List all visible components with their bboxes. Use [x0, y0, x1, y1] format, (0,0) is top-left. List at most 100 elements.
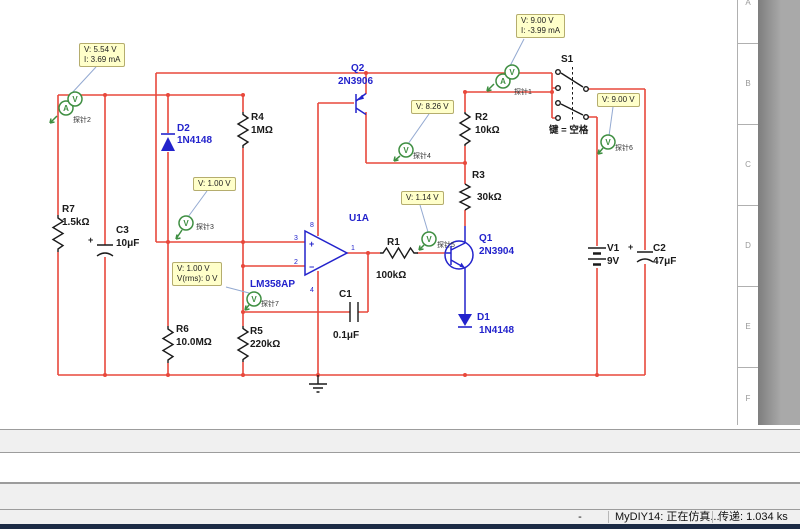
probe-name-labels: 探针2 探针1 探针3 探针4 探针5 探针6 探针7	[73, 87, 633, 308]
resistor-r1[interactable]	[380, 248, 418, 258]
label-q1-val: 2N3904	[479, 246, 514, 257]
label-r4-val: 1MΩ	[251, 125, 273, 136]
label-v1-ref: V1	[607, 243, 620, 254]
status-elapsed: 传递: 1.034 ks	[718, 510, 788, 524]
probe-label-3: 探针3	[196, 222, 214, 231]
resistor-r2[interactable]	[460, 112, 470, 146]
label-r4-ref: R4	[251, 112, 264, 123]
probe-readout-1-line1: V: 9.00 V	[521, 16, 560, 26]
sheet-border-ruler: A B C D E F	[737, 0, 759, 425]
switch-s1[interactable]	[556, 67, 589, 120]
spreadsheet-view-pane	[0, 453, 800, 484]
label-r2-val: 10kΩ	[475, 125, 500, 136]
label-r6-val: 10.0MΩ	[176, 337, 212, 348]
probe-readout-3[interactable]: V: 1.00 V	[193, 177, 236, 191]
probe-label-6: 探针6	[615, 143, 633, 152]
schematic-canvas[interactable]: + − 3 2 1 8 4	[0, 0, 737, 429]
ruler-cell: D	[738, 206, 758, 287]
probe-icons[interactable]	[50, 65, 615, 310]
capacitor-c2[interactable]	[637, 252, 653, 262]
label-d1-ref: D1	[477, 312, 490, 323]
svg-text:V: V	[251, 295, 257, 304]
label-r1-val: 100kΩ	[376, 270, 406, 281]
ruler-cell: A	[738, 0, 758, 44]
transistor-q2[interactable]	[356, 94, 366, 115]
label-d2-val: 1N4148	[177, 135, 212, 146]
opamp-u1a[interactable]: + − 3 2 1 8 4	[294, 222, 355, 294]
svg-text:A: A	[63, 104, 69, 113]
label-c2-val: 47μF	[653, 256, 676, 267]
probe-readout-7[interactable]: V: 1.00 V V(rms): 0 V	[172, 262, 222, 286]
diode-d1[interactable]	[458, 314, 472, 327]
ruler-cell: B	[738, 44, 758, 125]
probe-readout-1[interactable]: V: 9.00 V I: -3.99 mA	[516, 14, 565, 38]
label-r7-ref: R7	[62, 204, 75, 215]
label-u1-val: LM358AP	[250, 279, 295, 290]
transistor-q1[interactable]	[445, 226, 473, 315]
probe-readout-7-line1: V: 1.00 V	[177, 264, 217, 274]
label-c1-ref: C1	[339, 289, 352, 300]
label-q1-ref: Q1	[479, 233, 493, 244]
probe-readout-5[interactable]: V: 1.14 V	[401, 191, 444, 205]
resistor-r5[interactable]	[238, 326, 248, 362]
status-bar: - MyDIY14: 正在仿真... 传递: 1.034 ks	[0, 510, 800, 524]
status-field: -	[570, 510, 590, 524]
probe-readout-2-line1: V: 5.54 V	[84, 45, 120, 55]
ground-symbol[interactable]	[309, 375, 327, 392]
probe-readout-2-line2: I: 3.69 mA	[84, 55, 120, 65]
label-r3-ref: R3	[472, 170, 485, 181]
label-c3-plus: +	[88, 235, 93, 245]
label-r3-val: 30kΩ	[477, 192, 502, 203]
status-separator	[608, 511, 609, 523]
status-simulation: MyDIY14: 正在仿真...	[615, 510, 720, 524]
label-c3-ref: C3	[116, 225, 129, 236]
probe-readout-4[interactable]: V: 8.26 V	[411, 100, 454, 114]
label-r7-val: 1.5kΩ	[62, 217, 89, 228]
label-d2-ref: D2	[177, 123, 190, 134]
opamp-pin1: 1	[351, 245, 355, 252]
opamp-pin2: 2	[294, 259, 298, 266]
svg-text:V: V	[183, 219, 189, 228]
probe-readout-6-line1: V: 9.00 V	[602, 95, 635, 105]
resistor-r4[interactable]	[238, 112, 248, 148]
workspace-outside-area	[758, 0, 800, 425]
label-d1-val: 1N4148	[479, 325, 514, 336]
opamp-minus-input-sign: −	[309, 262, 314, 272]
svg-text:V: V	[605, 138, 611, 147]
label-q2-ref: Q2	[351, 63, 365, 74]
diode-d2[interactable]	[161, 134, 175, 151]
resistor-r3[interactable]	[460, 184, 470, 210]
label-s1-ref: S1	[561, 54, 574, 65]
probe-readout-3-line1: V: 1.00 V	[198, 179, 231, 189]
svg-text:V: V	[426, 235, 432, 244]
svg-text:V: V	[72, 95, 78, 104]
probe-label-2: 探针2	[73, 115, 91, 124]
capacitor-c3[interactable]	[97, 245, 113, 256]
label-r5-ref: R5	[250, 326, 263, 337]
label-c3-val: 10μF	[116, 238, 139, 249]
resistor-r6[interactable]	[163, 326, 173, 363]
svg-text:A: A	[500, 77, 506, 86]
probe-label-1: 探针1	[514, 87, 532, 96]
ruler-cell: F	[738, 368, 758, 429]
opamp-pin4: 4	[310, 287, 314, 294]
probe-readout-7-line2: V(rms): 0 V	[177, 274, 217, 284]
probe-readout-2[interactable]: V: 5.54 V I: 3.69 mA	[79, 43, 125, 67]
capacitor-c1[interactable]	[350, 302, 358, 322]
label-v1-val: 9V	[607, 256, 620, 267]
opamp-plus-input-sign: +	[309, 239, 314, 249]
label-u1-ref: U1A	[349, 213, 369, 224]
svg-text:V: V	[403, 146, 409, 155]
bottom-accent-bar	[0, 524, 800, 529]
probe-label-4: 探针4	[413, 151, 431, 160]
label-q2-val: 2N3906	[338, 76, 373, 87]
probe-readout-5-line1: V: 1.14 V	[406, 193, 439, 203]
opamp-pin3: 3	[294, 235, 298, 242]
ruler-cell: C	[738, 125, 758, 206]
component-labels: R7 1.5kΩ + C3 10μF D2 1N4148 R4 1MΩ R6 1…	[62, 54, 676, 350]
probe-label-7: 探针7	[261, 299, 279, 308]
horizontal-scrollbar[interactable]	[0, 429, 800, 453]
probe-label-5: 探针5	[437, 240, 455, 249]
probe-readout-4-line1: V: 8.26 V	[416, 102, 449, 112]
probe-readout-6[interactable]: V: 9.00 V	[597, 93, 640, 107]
